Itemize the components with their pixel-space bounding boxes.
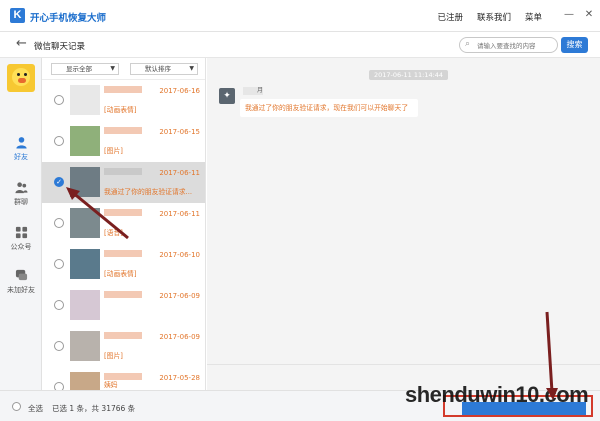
- row-message: [动画表情]: [104, 106, 137, 114]
- nav-item-non-friends[interactable]: 未加好友: [0, 269, 42, 305]
- contact-name: [104, 291, 142, 298]
- app-logo-icon: K: [10, 8, 25, 23]
- search-box[interactable]: ⌕: [459, 37, 558, 53]
- minimize-icon[interactable]: —: [562, 8, 576, 22]
- contact-avatar: [70, 208, 100, 238]
- sender-avatar: ✦: [219, 88, 235, 104]
- row-radio[interactable]: [54, 341, 64, 351]
- contact-name: [104, 127, 142, 134]
- row-date: 2017-06-11: [159, 210, 200, 218]
- page-title: 微信聊天记录: [34, 42, 86, 52]
- row-radio[interactable]: [54, 218, 64, 228]
- contact-avatar: [70, 167, 100, 197]
- row-date: 2017-05-28: [159, 374, 200, 382]
- chevron-down-icon: ▼: [189, 65, 194, 72]
- chat-area: 2017-06-11 11:14:44 ✦ 月 我通过了你的朋友验证请求，现在我…: [207, 58, 600, 390]
- message-bubble: 我通过了你的朋友验证请求，现在我们可以开始聊天了: [240, 99, 418, 117]
- nav-label: 公众号: [10, 243, 32, 251]
- chevron-down-icon: ▼: [110, 65, 115, 72]
- nav-item-groups[interactable]: 群聊: [0, 181, 42, 217]
- row-radio[interactable]: [54, 136, 64, 146]
- row-message: [图片]: [104, 147, 123, 155]
- title-bar: K 开心手机恢复大师 已注册 联系我们 菜单 — ✕: [0, 0, 600, 32]
- contact-name: [104, 168, 142, 175]
- chat-bubble-icon: [15, 269, 27, 281]
- person-icon: [15, 137, 27, 149]
- menu-link[interactable]: 菜单: [525, 11, 542, 23]
- contact-name: [104, 209, 142, 216]
- list-item[interactable]: 2017-06-09 [图片]: [42, 326, 205, 367]
- search-input[interactable]: [477, 40, 555, 51]
- duck-head-icon: [12, 68, 30, 86]
- contact-us-link[interactable]: 联系我们: [477, 11, 511, 23]
- row-message: [图片]: [104, 352, 123, 360]
- contact-avatar: [70, 372, 100, 390]
- contact-name: [104, 86, 142, 93]
- nav-label: 未加好友: [7, 286, 35, 294]
- contact-avatar: [70, 85, 100, 115]
- filter-bar: 显示全部 ▼ 默认排序 ▼: [42, 58, 205, 80]
- contact-name: [104, 250, 142, 257]
- show-filter-value: 显示全部: [66, 65, 92, 73]
- arrow-left-icon[interactable]: ←: [16, 36, 27, 51]
- nav-item-official-accounts[interactable]: 公众号: [0, 226, 42, 262]
- row-message: 姨妈: [104, 381, 118, 389]
- row-date: 2017-06-09: [159, 292, 200, 300]
- nav-label: 好友: [14, 153, 28, 161]
- site-watermark: shenduwin10.com: [405, 382, 589, 407]
- close-icon[interactable]: ✕: [582, 8, 596, 22]
- top-links: 已注册 联系我们 菜单: [437, 11, 542, 23]
- list-item[interactable]: 2017-05-28 姨妈: [42, 367, 205, 390]
- selection-count: 已选 1 条，共 31766 条: [52, 404, 136, 413]
- nav-label: 群聊: [14, 198, 28, 206]
- nav-item-friends[interactable]: 好友: [0, 136, 42, 172]
- row-radio-checked[interactable]: ✓: [54, 177, 64, 187]
- select-all-label[interactable]: 全选: [28, 403, 43, 414]
- row-date: 2017-06-16: [159, 87, 200, 95]
- contact-avatar: [70, 290, 100, 320]
- row-date: 2017-06-09: [159, 333, 200, 341]
- row-radio[interactable]: [54, 259, 64, 269]
- contact-avatar: [70, 126, 100, 156]
- row-radio[interactable]: [54, 382, 64, 390]
- row-date: 2017-06-11: [159, 169, 200, 177]
- registered-link[interactable]: 已注册: [437, 11, 463, 23]
- row-message: [动画表情]: [104, 270, 137, 278]
- select-all-radio[interactable]: [12, 402, 21, 411]
- duck-eye-right: [24, 73, 27, 76]
- sort-value: 默认排序: [145, 65, 171, 73]
- row-message: 我通过了你的朋友验证请求...: [104, 188, 193, 196]
- list-item[interactable]: 2017-06-09: [42, 285, 205, 326]
- show-filter-select[interactable]: 显示全部 ▼: [51, 63, 119, 75]
- search-button[interactable]: 搜索: [561, 37, 588, 53]
- duck-beak: [18, 78, 26, 83]
- list-item-selected[interactable]: ✓ 2017-06-11 我通过了你的朋友验证请求...: [42, 162, 205, 203]
- avatar[interactable]: [7, 64, 35, 92]
- app-title: 开心手机恢复大师: [30, 13, 107, 24]
- contact-avatar: [70, 249, 100, 279]
- grid-icon: [15, 226, 27, 239]
- duck-eye-left: [17, 73, 20, 76]
- search-icon: ⌕: [465, 39, 471, 49]
- contact-list-pane: 显示全部 ▼ 默认排序 ▼ 2017-06-16 [动画表情] 2017-06-…: [42, 58, 206, 390]
- list-item[interactable]: 2017-06-10 [动画表情]: [42, 244, 205, 285]
- list-item[interactable]: 2017-06-15 [图片]: [42, 121, 205, 162]
- sub-header: ← 微信聊天记录 ⌕ 搜索: [0, 32, 600, 58]
- row-radio[interactable]: [54, 300, 64, 310]
- row-message: [语音]: [104, 229, 123, 237]
- group-icon: [14, 182, 28, 194]
- chat-timestamp: 2017-06-11 11:14:44: [369, 70, 449, 80]
- contact-avatar: [70, 331, 100, 361]
- row-radio[interactable]: [54, 95, 64, 105]
- left-nav: 好友 群聊 公众号 未加好友: [0, 58, 42, 390]
- contact-name: [104, 332, 142, 339]
- sender-name: 月: [243, 87, 263, 95]
- row-date: 2017-06-15: [159, 128, 200, 136]
- sort-select[interactable]: 默认排序 ▼: [130, 63, 198, 75]
- row-date: 2017-06-10: [159, 251, 200, 259]
- list-item[interactable]: 2017-06-16 [动画表情]: [42, 80, 205, 121]
- list-item[interactable]: 2017-06-11 [语音]: [42, 203, 205, 244]
